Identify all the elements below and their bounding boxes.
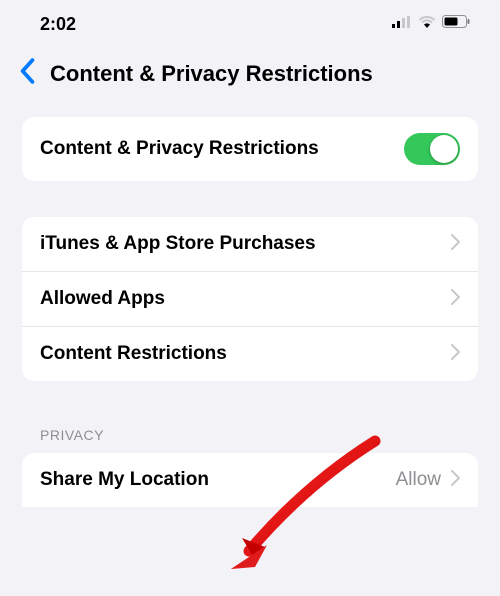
status-bar: 2:02 (0, 0, 500, 48)
chevron-right-icon (451, 234, 460, 255)
nav-header: Content & Privacy Restrictions (0, 48, 500, 117)
battery-icon (442, 15, 470, 33)
back-button[interactable] (18, 58, 36, 89)
wifi-icon (418, 15, 436, 33)
row-label: Allowed Apps (40, 288, 451, 310)
privacy-section: Share My Location Allow (22, 453, 478, 507)
page-title: Content & Privacy Restrictions (50, 61, 373, 87)
cellular-icon (392, 15, 412, 33)
settings-section: iTunes & App Store Purchases Allowed App… (22, 217, 478, 381)
chevron-right-icon (451, 470, 460, 491)
allowed-apps-row[interactable]: Allowed Apps (22, 271, 478, 326)
content-privacy-toggle-row[interactable]: Content & Privacy Restrictions (22, 117, 478, 181)
content-restrictions-row[interactable]: Content Restrictions (22, 326, 478, 381)
chevron-right-icon (451, 344, 460, 365)
row-label: Share My Location (40, 469, 396, 491)
row-value: Allow (396, 469, 441, 491)
itunes-purchases-row[interactable]: iTunes & App Store Purchases (22, 217, 478, 271)
toggle-knob (430, 135, 458, 163)
toggle-label: Content & Privacy Restrictions (40, 138, 404, 160)
content-privacy-toggle[interactable] (404, 133, 460, 165)
row-label: iTunes & App Store Purchases (40, 233, 451, 255)
status-indicators (392, 15, 470, 33)
status-time: 2:02 (40, 14, 76, 35)
share-my-location-row[interactable]: Share My Location Allow (22, 453, 478, 507)
toggle-section: Content & Privacy Restrictions (22, 117, 478, 181)
row-label: Content Restrictions (40, 343, 451, 365)
privacy-group-header: PRIVACY (0, 427, 500, 453)
chevron-right-icon (451, 289, 460, 310)
